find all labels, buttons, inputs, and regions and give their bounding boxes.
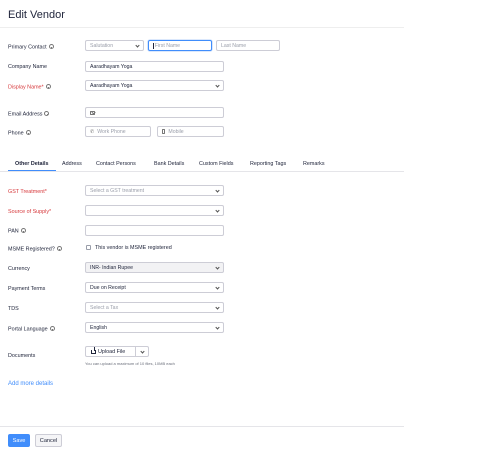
- chevron-down-icon: [215, 285, 220, 290]
- email-label: Email Address: [8, 111, 50, 118]
- tds-select[interactable]: Select a Tax: [85, 302, 224, 313]
- tds-placeholder: Select a Tax: [90, 304, 119, 311]
- last-name-placeholder: Last Name: [221, 42, 247, 49]
- chevron-down-icon: [215, 83, 220, 88]
- info-icon[interactable]: [45, 84, 51, 89]
- tabs-divider: [0, 171, 404, 172]
- currency-value: INR- Indian Rupee: [90, 264, 133, 271]
- page-title: Edit Vendor: [8, 9, 65, 21]
- phone-label-text: Phone: [8, 130, 24, 137]
- portal-language-value: English: [90, 324, 108, 331]
- tab-contact-persons[interactable]: Contact Persons: [96, 161, 136, 167]
- tab-remarks[interactable]: Remarks: [303, 161, 325, 167]
- tab-custom-fields[interactable]: Custom Fields: [199, 161, 233, 167]
- pan-label-text: PAN: [8, 228, 19, 235]
- info-icon[interactable]: [56, 246, 62, 251]
- phone-icon: ✆: [90, 128, 95, 135]
- msme-label-text: MSME Registered?: [8, 246, 55, 253]
- last-name-input[interactable]: Last Name: [216, 40, 280, 51]
- currency-label: Currency: [8, 266, 30, 272]
- upload-hint: You can upload a maximum of 10 files, 10…: [85, 361, 175, 366]
- msme-checkbox[interactable]: [86, 245, 91, 250]
- info-icon[interactable]: [48, 44, 54, 49]
- payment-terms-label: Payment Terms: [8, 286, 46, 292]
- mobile-placeholder: Mobile: [168, 128, 184, 135]
- source-of-supply-select[interactable]: [85, 205, 224, 216]
- pan-label: PAN: [8, 228, 26, 234]
- company-name-input[interactable]: Aaradhayam Yoga: [85, 61, 224, 72]
- gst-treatment-select[interactable]: Select a GST treatment: [85, 185, 224, 196]
- info-icon[interactable]: [25, 130, 31, 135]
- text-cursor: [153, 42, 154, 49]
- portal-language-label: Portal Language: [8, 326, 55, 332]
- gst-treatment-label: GST Treatment*: [8, 189, 47, 195]
- msme-label: MSME Registered?: [8, 246, 62, 252]
- cancel-button[interactable]: Cancel: [35, 434, 62, 447]
- work-phone-input[interactable]: ✆ Work Phone: [85, 126, 151, 137]
- chevron-down-icon: [215, 265, 220, 270]
- pan-input[interactable]: [85, 225, 224, 236]
- mobile-input[interactable]: Mobile: [157, 126, 224, 137]
- first-name-placeholder: First Name: [154, 42, 181, 49]
- display-name-select[interactable]: Aaradhayam Yoga: [85, 80, 224, 91]
- portal-language-select[interactable]: English: [85, 322, 224, 333]
- company-name-label: Company Name: [8, 64, 47, 70]
- info-icon[interactable]: [49, 326, 55, 331]
- phone-label: Phone: [8, 130, 31, 136]
- upload-file-main[interactable]: Upload File: [86, 347, 137, 356]
- mail-icon: [90, 110, 95, 115]
- chevron-down-icon: [140, 349, 145, 354]
- display-name-label-text: Display Name*: [8, 84, 44, 91]
- tab-address[interactable]: Address: [62, 161, 82, 167]
- footer-divider: [0, 426, 404, 427]
- work-phone-placeholder: Work Phone: [97, 128, 126, 135]
- upload-icon: [91, 347, 96, 354]
- email-input[interactable]: [85, 107, 224, 118]
- active-tab-indicator: [8, 170, 56, 172]
- display-name-label: Display Name*: [8, 84, 51, 90]
- email-label-text: Email Address: [8, 111, 43, 118]
- payment-terms-value: Due on Receipt: [90, 284, 126, 291]
- tab-reporting-tags[interactable]: Reporting Tags: [250, 161, 286, 167]
- info-icon[interactable]: [44, 111, 50, 116]
- chevron-down-icon: [215, 208, 220, 213]
- upload-file-button[interactable]: Upload File: [85, 346, 149, 357]
- currency-select[interactable]: INR- Indian Rupee: [85, 262, 224, 273]
- display-name-value: Aaradhayam Yoga: [90, 82, 133, 89]
- msme-checkbox-label[interactable]: This vendor is MSME registered: [95, 245, 172, 251]
- upload-file-label: Upload File: [98, 348, 126, 355]
- company-name-value: Aaradhayam Yoga: [90, 63, 133, 70]
- first-name-input[interactable]: First Name: [148, 40, 212, 51]
- source-of-supply-label: Source of Supply*: [8, 209, 52, 215]
- title-divider: [0, 27, 404, 28]
- info-icon[interactable]: [20, 228, 26, 233]
- primary-contact-label-text: Primary Contact: [8, 44, 47, 51]
- upload-options-toggle[interactable]: [136, 347, 148, 356]
- documents-label: Documents: [8, 353, 36, 359]
- chevron-down-icon: [215, 305, 220, 310]
- gst-treatment-placeholder: Select a GST treatment: [90, 187, 145, 194]
- payment-terms-select[interactable]: Due on Receipt: [85, 282, 224, 293]
- portal-language-label-text: Portal Language: [8, 326, 48, 333]
- mobile-icon: [162, 129, 166, 134]
- chevron-down-icon: [135, 43, 140, 48]
- tds-label: TDS: [8, 306, 19, 312]
- primary-contact-label: Primary Contact: [8, 44, 54, 50]
- salutation-select[interactable]: Salutation: [85, 40, 144, 51]
- add-more-details-link[interactable]: Add more details: [8, 381, 53, 387]
- salutation-placeholder: Salutation: [90, 42, 114, 49]
- save-button[interactable]: Save: [8, 434, 30, 447]
- tab-bank-details[interactable]: Bank Details: [154, 161, 184, 167]
- tab-other-details[interactable]: Other Details: [15, 161, 49, 167]
- chevron-down-icon: [215, 325, 220, 330]
- chevron-down-icon: [215, 188, 220, 193]
